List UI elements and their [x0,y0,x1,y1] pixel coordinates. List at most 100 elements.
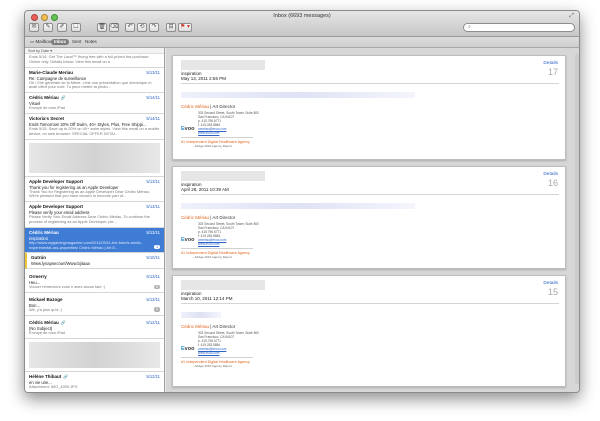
note-button[interactable]: ✐ [57,23,67,32]
junk-button[interactable]: ⌫ [109,23,119,32]
message-card: inspiration March 10, 2011 12:14 PM Deta… [172,275,566,387]
signature-divider [181,248,253,250]
sender-photo [181,171,265,181]
delete-button[interactable]: 🗑 [97,23,107,32]
blurred-body [181,203,415,209]
list-item[interactable]: Gutrún 5/10/11 Www.lynapsecruel/Www.bjit… [25,253,164,270]
message-preview: Wé, y'a plus qu'à :) [29,307,62,313]
mail-window: Inbox (6693 messages) ⤢ ✉ ✎ ✐ ☐ 🗑 ⌫ ↶ ⟲ … [24,10,580,393]
message-number: 17 [547,67,558,77]
reader-scrollbar[interactable] [575,54,579,384]
list-item[interactable]: Cédric Mériau 🔗 5/14/11 Visuel Envoyé de … [25,93,164,114]
message-date: 5/14/11 [146,115,160,121]
logo-rest: voo [184,237,195,243]
list-item[interactable]: Ends 5/16. Get The Lacoi™ thong free wit… [25,54,164,68]
thread-count-badge: 6 [154,284,160,290]
attachment-icon: 🔗 [60,95,66,101]
thread-count-badge: 2 [154,307,160,312]
list-item[interactable]: Mickael Bazoge 5/13/11 Bon... Wé, y'a pl… [25,293,164,316]
thread-count-badge: 3 [154,244,160,250]
message-date: 5/12/11 [146,373,160,379]
mailboxes-icon: ▭ [30,39,35,44]
evoo-logo: Evoo [181,237,194,243]
signature-name: Cédric Mériau | Art Director [181,324,565,329]
favorites-inbox[interactable]: Inbox [51,39,69,45]
agency-report: - AdAge 2010 Agency Report [193,255,232,260]
signature-name-text: Cédric Mériau [181,324,210,329]
forward-button[interactable]: ↷ [149,23,159,32]
details-link[interactable]: Details [543,281,558,286]
message-date: 5/10/11 [146,255,160,261]
sender-name: Hélène Thibaut [29,373,62,379]
blurred-message [29,341,160,368]
message-preview: Ends 5/16. Get The Lacoi™ thong free wit… [29,54,150,64]
blurred-body [181,312,221,318]
blurred-body [181,92,415,98]
attachment-icon: 🔗 [63,373,69,379]
evoo-logo: Evoo [181,126,194,132]
list-item[interactable] [25,339,164,372]
list-item[interactable]: Marie-Claude Meriau 5/13/11 Re: Campagne… [25,68,164,94]
message-preview: Oh ! Elle générale de la Merie. c'est un… [29,79,152,90]
compose-button[interactable]: ✎ [43,23,53,32]
signature-role: | Art Director [209,324,236,329]
signature-role: | Art Director [209,215,236,220]
favorites-notes[interactable]: Notes [82,39,100,45]
signature-name-text: Cédric Mériau [181,215,210,220]
logo-rest: voo [184,126,195,132]
message-preview: Envoyé de mon iPad [29,329,65,335]
sender-photo [181,60,265,70]
list-item[interactable]: Ormerry 5/13/11 Heu... Voucer remerciors… [25,269,164,294]
message-preview: Voucer remerciors vous n avez aucun tact… [29,284,105,290]
search-input[interactable]: ⌕ [463,23,575,32]
list-item[interactable]: Hélène Thibaut 🔗 5/12/11 en vie une... At… [25,372,164,392]
message-card: inspiration May 13, 2011 2:56 PM Details… [172,55,566,160]
list-item[interactable]: Victoria's Secret 5/14/11 Ends Tomorrow!… [25,114,164,140]
web-link[interactable]: www.evoo.com [198,351,565,356]
signature-name: Cédric Mériau | Art Director [181,104,565,109]
message-date: 5/13/11 [146,178,160,184]
details-link[interactable]: Details [543,172,558,177]
message-datetime: March 10, 2011 12:14 PM [181,296,559,304]
message-preview: http://www.wpgainingmagazine.com/2011/03… [29,239,143,250]
signature-role: | Art Director [209,104,236,109]
reply-button[interactable]: ↶ [125,23,135,32]
list-item[interactable] [25,140,164,177]
title-bar: Inbox (6693 messages) ⤢ ✉ ✎ ✐ ☐ 🗑 ⌫ ↶ ⟲ … [25,11,579,37]
details-link[interactable]: Details [543,61,558,66]
message-preview: Thank You for Registering as an Apple De… [29,188,150,199]
reply-all-button[interactable]: ⟲ [137,23,147,32]
sender-photo [181,280,265,290]
message-date: 5/13/11 [146,297,160,303]
list-item-selected[interactable]: Cédric Mériau 5/13/11 inspiration http:/… [25,227,164,254]
list-item[interactable]: Apple Developer Support 5/13/11 Thank yo… [25,177,164,203]
message-preview: Attachment: IMG_4390.JPG [29,383,78,389]
logo-rest: voo [184,346,195,352]
search-icon: ⌕ [468,24,471,30]
agency-report: - AdAge 2010 Agency Report [193,364,232,369]
web-link[interactable]: www.evoo.com [198,242,565,247]
flag-button[interactable]: ⚑ ▾ [178,23,192,32]
attachment-icon: 🔗 [60,319,66,325]
message-preview: Envoyé de mon iPad [29,105,65,111]
message-number: 15 [547,287,558,297]
evoo-logo: Evoo [181,346,194,352]
message-reader[interactable]: inspiration May 13, 2011 2:56 PM Details… [166,48,579,392]
list-item[interactable]: Cédric Mériau 🔗 5/12/11 (No Subject) Envo… [25,316,164,339]
message-date: 5/13/11 [146,204,160,210]
message-date: 5/14/11 [146,95,160,101]
hide-mailboxes-button[interactable]: ☐ [71,23,81,32]
get-mail-button[interactable]: ✉ [29,23,39,32]
signature-address: 303 Second Street, South Tower, Suite 80… [198,331,565,356]
signature-address: 303 Second Street, South Tower, Suite 80… [198,111,565,136]
list-item[interactable]: Apple Developer Support 5/13/11 Please v… [25,202,164,228]
signature-name: Cédric Mériau | Art Director [181,215,565,220]
message-date: 5/12/11 [146,319,160,325]
fullscreen-icon[interactable]: ⤢ [569,13,574,20]
message-list[interactable]: Sort by Date ▾ Ends 5/16. Get The Lacoi™… [25,48,165,392]
print-button[interactable]: ⊟ [166,23,176,32]
signature-divider [181,357,253,359]
sender-name: Cédric Mériau [29,319,59,325]
favorites-bar: ▭ Mailboxes Inbox Sent Notes [25,37,579,48]
web-link[interactable]: www.evoo.com [198,131,565,136]
